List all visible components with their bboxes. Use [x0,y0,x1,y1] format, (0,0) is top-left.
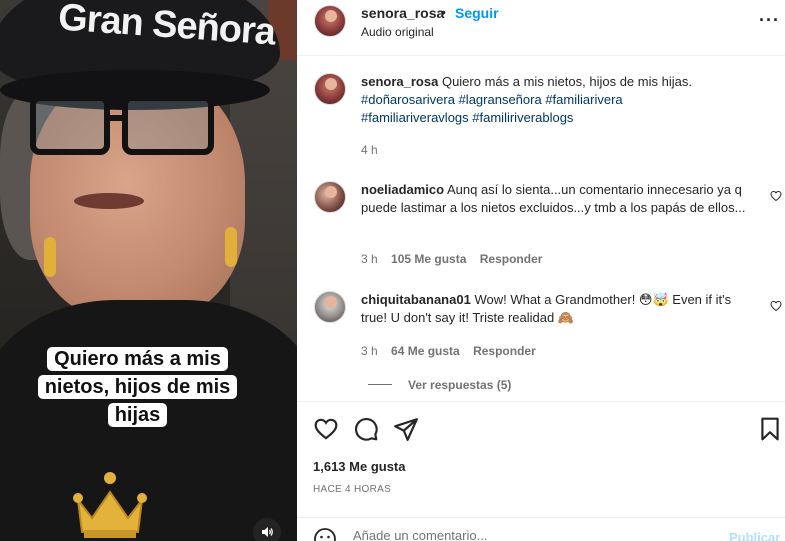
comment-time: 3 h [361,252,378,266]
comment-username[interactable]: noeliadamico [361,182,444,197]
caption-text: Quiero más a mis nietos, hijos de mis hi… [441,74,692,89]
video-caption: Quiero más a mis nietos, hijos de mis hi… [35,345,240,429]
replies-divider [368,384,392,385]
glasses-right-lens [122,95,214,155]
post-timestamp: HACE 4 HORAS [313,484,392,495]
comment-meta: 3 h 64 Me gusta Responder [361,344,536,358]
comment-likes[interactable]: 105 Me gusta [391,252,466,266]
post-panel: senora_rosa • Seguir Audio original ··· … [297,0,785,541]
earring-left [44,237,56,277]
hashtag[interactable]: #familiariveravlogs [361,110,469,125]
audio-link[interactable]: Audio original [361,25,434,39]
caption-line-1: Quiero más a mis [47,347,228,371]
comment-time: 3 h [361,344,378,358]
glasses-left-lens [30,95,110,155]
hashtag[interactable]: #doñarosarivera [361,92,455,107]
more-options-button[interactable]: ··· [759,10,780,31]
post-caption: senora_rosa Quiero más a mis nietos, hij… [361,73,731,127]
caption-username[interactable]: senora_rosa [361,74,438,89]
comment-text: noeliadamico Aunq así lo sienta...un com… [361,181,756,217]
hashtag[interactable]: #lagranseñora [459,92,542,107]
follow-button[interactable]: Seguir [455,5,499,21]
share-icon[interactable] [393,416,419,442]
add-comment-bar: Publicar [297,517,785,541]
earring-right [225,227,237,267]
separator-dot: • [441,4,446,20]
post-header: senora_rosa • Seguir Audio original ··· [297,0,785,56]
view-replies-button[interactable]: Ver respuestas (5) [408,378,511,392]
comment-like-icon[interactable] [770,300,782,312]
speaker-icon [262,527,273,537]
heart-icon[interactable] [313,416,339,442]
comment-username[interactable]: chiquitabanana01 [361,292,471,307]
hashtag[interactable]: #familiriverablogs [472,110,573,125]
avatar[interactable] [314,291,346,323]
reply-button[interactable]: Responder [480,252,543,266]
caption-timestamp: 4 h [361,143,378,157]
mouth [74,193,144,209]
comments-list[interactable]: senora_rosa Quiero más a mis nietos, hij… [297,57,785,401]
bookmark-icon[interactable] [757,416,783,442]
caption-line-2: nietos, hijos de mis [37,375,238,399]
crown-icon [73,472,147,538]
publish-button[interactable]: Publicar [729,530,780,541]
reel-video[interactable]: Gran Señora Quiero más a mis nietos, hij… [0,0,297,541]
comment-input[interactable] [353,528,713,541]
hashtag[interactable]: #familiarivera [545,92,622,107]
author-username[interactable]: senora_rosa [361,5,444,21]
emoji-icon[interactable] [313,527,337,541]
avatar[interactable] [314,181,346,213]
comment-meta: 3 h 105 Me gusta Responder [361,252,542,266]
caption-line-3: hijas [107,403,168,427]
avatar[interactable] [314,73,346,105]
audio-toggle-button[interactable] [253,518,281,541]
post-actions: 1,613 Me gusta HACE 4 HORAS Publicar [297,401,785,541]
comment-likes[interactable]: 64 Me gusta [391,344,460,358]
comment-text: chiquitabanana01 Wow! What a Grandmother… [361,291,756,327]
reply-button[interactable]: Responder [473,344,536,358]
comment-like-icon[interactable] [770,190,782,202]
likes-count[interactable]: 1,613 Me gusta [313,459,406,474]
comment-icon[interactable] [353,416,379,442]
avatar[interactable] [314,5,346,37]
